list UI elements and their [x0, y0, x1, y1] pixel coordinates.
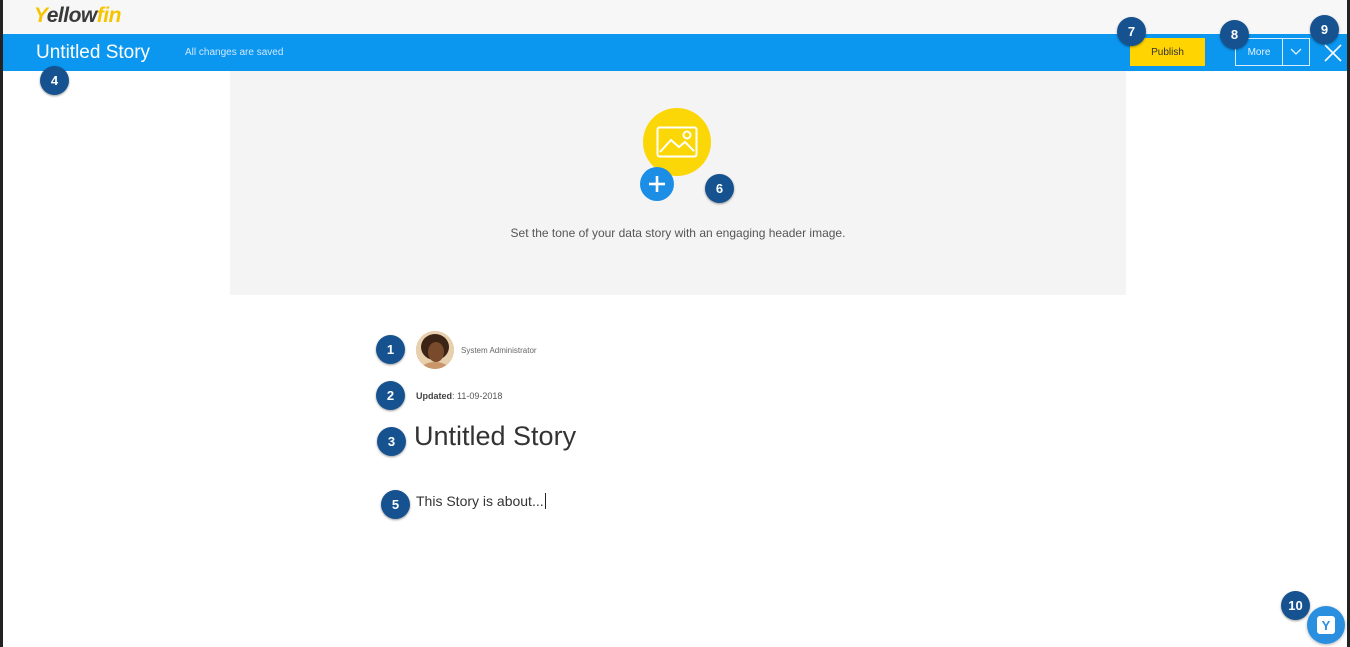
updated-date: Updated: 11-09-2018: [416, 391, 502, 401]
add-header-image-button[interactable]: [640, 167, 674, 201]
logo-text-part-1: ellow: [46, 4, 98, 27]
header-image-placeholder[interactable]: [643, 108, 711, 176]
header-image-area[interactable]: [230, 71, 1126, 295]
author-avatar: [416, 331, 454, 369]
header-image-hint: Set the tone of your data story with an …: [510, 226, 846, 240]
callout-badge-5: 5: [381, 490, 410, 519]
frame-border-left: [0, 0, 3, 647]
yellowfin-logo: Yellowfin: [34, 4, 121, 28]
image-icon: [656, 126, 698, 158]
story-body-text: This Story is about...: [416, 493, 544, 509]
author-name: System Administrator: [461, 346, 537, 355]
updated-label: Updated: [416, 391, 452, 401]
logo-text-part-2: fin: [96, 4, 122, 27]
story-title[interactable]: Untitled Story: [414, 421, 576, 452]
chevron-down-icon: [1290, 48, 1302, 55]
y-logo-icon: Y: [1317, 616, 1335, 634]
callout-badge-1: 1: [376, 335, 405, 364]
updated-value: : 11-09-2018: [452, 391, 503, 401]
close-button[interactable]: [1321, 41, 1345, 65]
callout-badge-10: 10: [1281, 591, 1310, 620]
callout-badge-8: 8: [1220, 20, 1249, 49]
callout-badge-7: 7: [1117, 17, 1146, 46]
assistant-button[interactable]: Y: [1307, 606, 1345, 644]
plus-icon: [649, 176, 665, 192]
save-status: All changes are saved: [185, 47, 284, 58]
more-dropdown-toggle[interactable]: [1283, 39, 1309, 65]
close-icon: [1324, 44, 1342, 62]
callout-badge-9: 9: [1310, 15, 1339, 44]
callout-badge-3: 3: [377, 427, 406, 456]
logo-initial: Y: [34, 4, 47, 27]
story-body-editor[interactable]: This Story is about...: [416, 493, 546, 509]
text-cursor: [544, 493, 546, 509]
callout-badge-4: 4: [40, 66, 69, 95]
callout-badge-2: 2: [376, 381, 405, 410]
toolbar-story-title[interactable]: Untitled Story: [36, 42, 150, 64]
callout-badge-6: 6: [705, 174, 734, 203]
avatar-image: [416, 331, 454, 369]
